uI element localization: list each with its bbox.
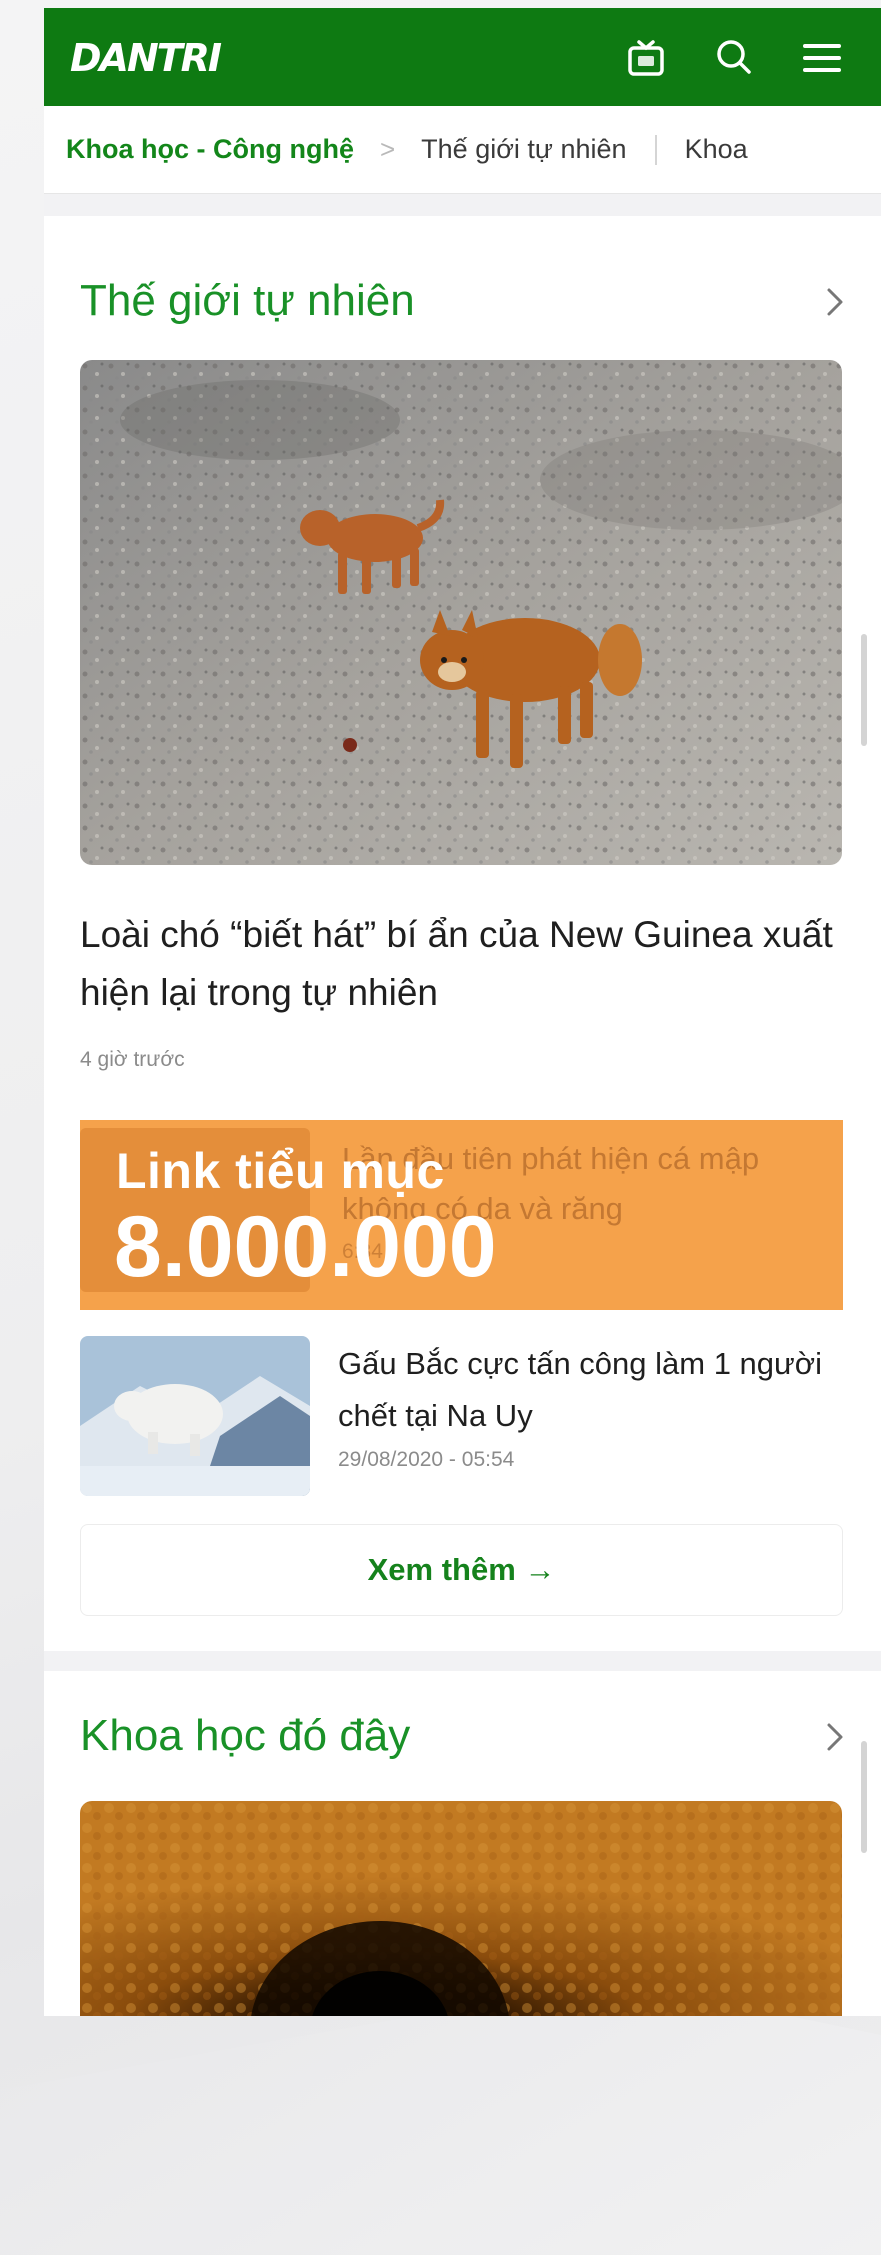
breadcrumb-item-next[interactable]: Khoa <box>685 134 748 165</box>
breadcrumb: Khoa học - Công nghệ > Thế giới tự nhiên… <box>44 106 881 194</box>
breadcrumb-divider <box>654 134 657 165</box>
section-title-2[interactable]: Khoa học đó đây <box>80 1711 410 1761</box>
article-time: 4 giờ trước <box>80 1048 185 1071</box>
breadcrumb-active[interactable]: Khoa học - Công nghệ <box>66 134 354 165</box>
chevron-right-icon[interactable] <box>819 1717 851 1757</box>
tv-icon[interactable] <box>622 34 670 82</box>
promo-banner[interactable]: Lần đầu tiên phát hiện cá mập không có d… <box>80 1120 843 1310</box>
background-shape <box>0 1980 881 2255</box>
article-image-sunspot[interactable] <box>80 1801 842 2016</box>
breadcrumb-item[interactable]: Thế giới tự nhiên <box>421 134 626 165</box>
article-headline[interactable]: Loài chó “biết hát” bí ẩn của New Guinea… <box>80 906 840 1022</box>
article-image-dogs[interactable] <box>80 360 842 865</box>
chevron-right-icon[interactable] <box>819 282 851 322</box>
promo-number: 8.000.000 <box>114 1199 497 1295</box>
see-more-button[interactable]: Xem thêm → <box>80 1524 843 1616</box>
article-date: 29/08/2020 - 05:54 <box>338 1448 515 1471</box>
search-icon[interactable] <box>710 34 758 82</box>
promo-label: Link tiểu mục <box>116 1143 445 1199</box>
breadcrumb-separator: > <box>379 134 396 164</box>
article-thumbnail-polar-bear[interactable] <box>80 1336 310 1496</box>
phone-screen: DANTRI Khoa học - Công nghệ > Thế giới t… <box>44 8 881 2016</box>
scrollbar[interactable] <box>861 1741 867 1853</box>
dantri-logo[interactable]: DANTRI <box>70 36 222 80</box>
section-khoa-hoc-do-day: Khoa học đó đây <box>44 1671 881 2016</box>
menu-icon[interactable] <box>798 34 846 82</box>
scrollbar[interactable] <box>861 634 867 746</box>
section-title[interactable]: Thế giới tự nhiên <box>80 276 415 326</box>
top-bar: DANTRI <box>44 8 881 106</box>
article-title-polar-bear[interactable]: Gấu Bắc cực tấn công làm 1 người chết tạ… <box>338 1338 848 1442</box>
